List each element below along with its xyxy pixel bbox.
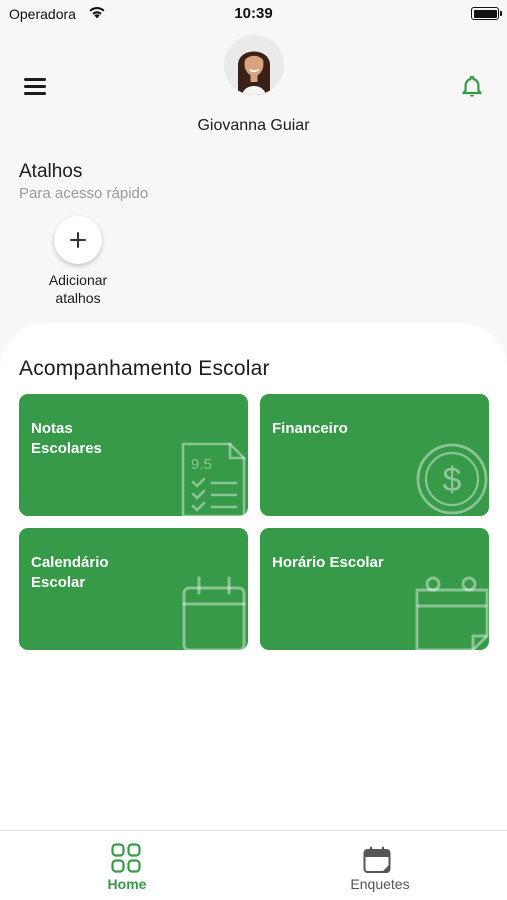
bell-icon[interactable]: [459, 74, 485, 100]
schedule-card-label: Horário Escolar: [272, 554, 384, 571]
tab-polls[interactable]: Enquetes: [320, 831, 440, 900]
status-time: 10:39: [234, 5, 273, 22]
status-bar: Operadora 10:39: [0, 0, 507, 28]
polls-calendar-icon: [363, 846, 391, 873]
hamburger-menu-icon: [24, 78, 46, 81]
svg-text:9.5: 9.5: [191, 456, 212, 473]
school-section-title: Acompanhamento Escolar: [19, 357, 270, 380]
plus-icon: [70, 232, 86, 248]
financial-card[interactable]: Financeiro $: [260, 394, 489, 516]
tab-polls-label: Enquetes: [350, 876, 410, 892]
calendar-icon: [182, 576, 246, 650]
shortcuts-subtitle: Para acesso rápido: [19, 185, 149, 202]
battery-level: [473, 9, 497, 18]
schedule-calendar-icon: [415, 576, 489, 650]
grades-card[interactable]: Notas Escolares 9.5: [19, 394, 248, 516]
tab-bar: Home Enquetes: [0, 830, 507, 900]
user-avatar[interactable]: [224, 35, 284, 95]
avatar-image: [224, 35, 284, 95]
battery-icon: [471, 7, 502, 20]
financial-card-label: Financeiro: [272, 420, 348, 437]
schedule-card[interactable]: Horário Escolar: [260, 528, 489, 650]
svg-text:$: $: [443, 461, 462, 499]
calendar-card-label: Calendário Escolar: [31, 554, 109, 591]
grades-card-label: Notas Escolares: [31, 420, 102, 457]
user-name: Giovanna Guiar: [197, 117, 310, 134]
dollar-coin-icon: $: [416, 443, 488, 515]
shortcuts-title: Atalhos: [19, 161, 83, 182]
add-shortcut-label[interactable]: Adicionar atalhos: [28, 271, 128, 307]
grades-checklist-icon: 9.5: [181, 442, 246, 516]
add-shortcut-button[interactable]: [54, 216, 102, 264]
tab-home-label: Home: [107, 876, 147, 892]
grid-icon: [111, 843, 141, 873]
tab-home[interactable]: Home: [67, 831, 187, 900]
calendar-card[interactable]: Calendário Escolar: [19, 528, 248, 650]
menu-button[interactable]: [24, 78, 48, 96]
